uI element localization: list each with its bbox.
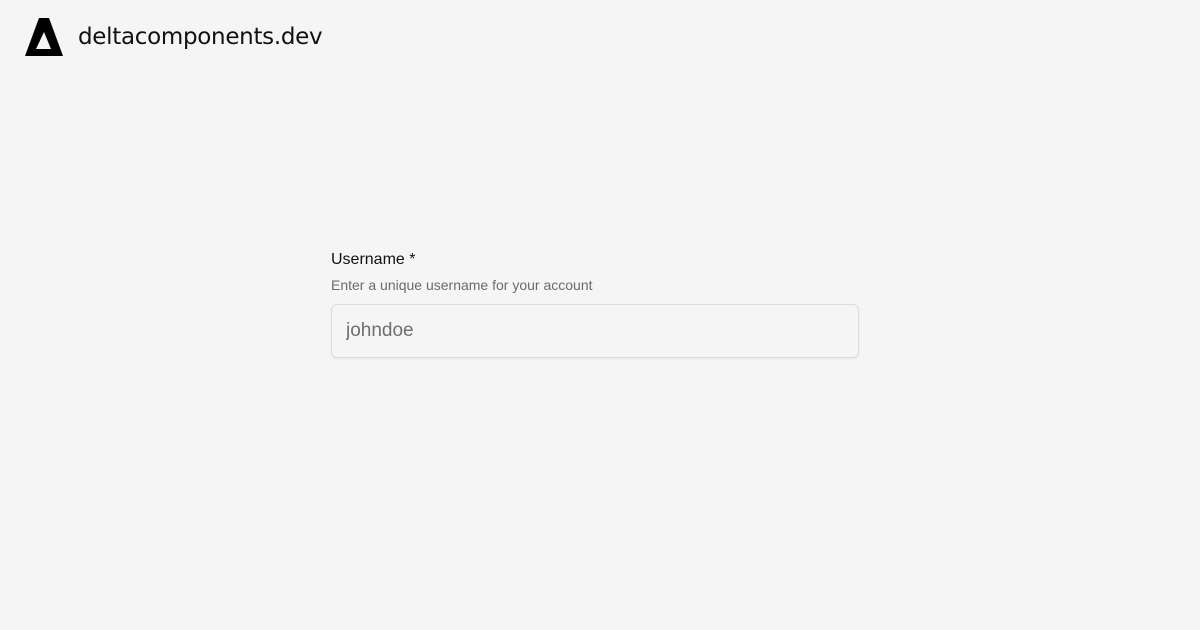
site-header: deltacomponents.dev — [25, 18, 323, 56]
username-description: Enter a unique username for your account — [331, 277, 593, 293]
brand-name: deltacomponents.dev — [78, 24, 323, 50]
username-input[interactable] — [331, 304, 859, 358]
delta-triangle-icon — [25, 18, 63, 56]
username-label: Username * — [331, 251, 416, 268]
username-form-field: Username * Enter a unique username for y… — [331, 249, 859, 358]
